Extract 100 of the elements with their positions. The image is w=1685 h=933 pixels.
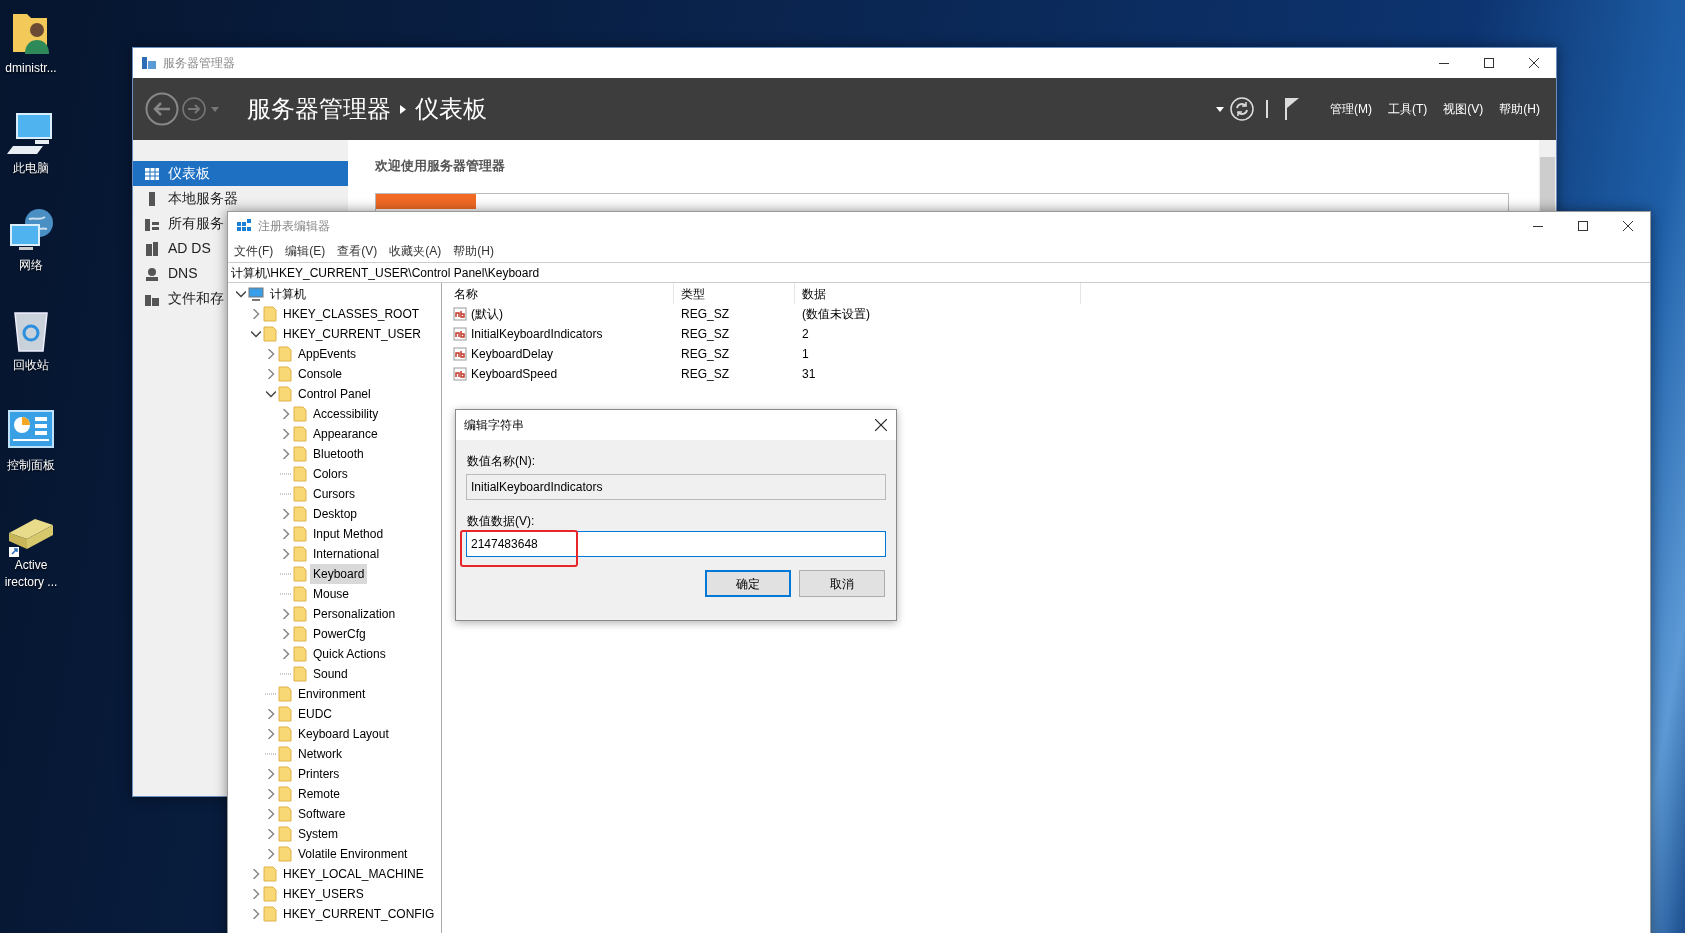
chevron-right-icon[interactable] xyxy=(251,889,261,899)
refresh-icon[interactable] xyxy=(1230,97,1254,121)
chevron-down-icon[interactable] xyxy=(266,389,276,399)
tree-item[interactable]: Printers xyxy=(295,764,343,784)
tree-item[interactable]: System xyxy=(295,824,341,844)
tree-item[interactable]: Colors xyxy=(310,464,351,484)
column-header[interactable]: 数据 xyxy=(795,283,1081,304)
value-name[interactable]: KeyboardSpeed xyxy=(471,365,558,383)
desktop-icon-label[interactable]: dministr... xyxy=(0,60,62,77)
tree-item[interactable]: 计算机 xyxy=(267,284,309,304)
chevron-right-icon[interactable] xyxy=(281,549,291,559)
tree-item[interactable]: Personalization xyxy=(310,604,399,624)
tree-item[interactable]: HKEY_USERS xyxy=(280,884,367,904)
address-bar[interactable]: 计算机\HKEY_CURRENT_USER\Control Panel\Keyboard xyxy=(228,262,1650,283)
tree-item[interactable]: HKEY_CURRENT_USER xyxy=(280,324,425,344)
menu-item[interactable]: 编辑(E) xyxy=(279,242,332,260)
tree-item[interactable]: HKEY_CURRENT_CONFIG xyxy=(280,904,438,924)
chevron-right-icon[interactable] xyxy=(266,829,276,839)
value-name[interactable]: KeyboardDelay xyxy=(471,345,554,363)
tree-item[interactable]: Keyboard xyxy=(310,564,368,584)
tree-item[interactable]: International xyxy=(310,544,383,564)
chevron-right-icon[interactable] xyxy=(281,529,291,539)
tree-item[interactable]: Volatile Environment xyxy=(295,844,411,864)
tree-item[interactable]: Network xyxy=(295,744,345,764)
chevron-right-icon[interactable] xyxy=(251,909,261,919)
caret-icon[interactable] xyxy=(1216,106,1224,112)
value-data-field[interactable]: 2147483648 xyxy=(466,531,886,557)
desktop-icon-label[interactable]: 此电脑 xyxy=(0,160,62,177)
nav-item[interactable]: 仪表板 xyxy=(133,161,348,186)
value-name[interactable]: (默认) xyxy=(471,305,503,323)
tree-item[interactable]: Software xyxy=(295,804,349,824)
tree-item[interactable]: Mouse xyxy=(310,584,353,604)
tree-item[interactable]: Appearance xyxy=(310,424,381,444)
value-name[interactable]: InitialKeyboardIndicators xyxy=(471,325,603,343)
close-icon[interactable] xyxy=(1622,221,1633,231)
menu-item[interactable]: 管理(M) xyxy=(1322,100,1380,118)
menu-item[interactable]: 文件(F) xyxy=(228,242,280,260)
column-header[interactable]: 类型 xyxy=(674,283,795,304)
tree-item[interactable]: Control Panel xyxy=(295,384,374,404)
tree-item[interactable]: Bluetooth xyxy=(310,444,367,464)
desktop-icon-label[interactable]: 网络 xyxy=(0,257,62,274)
tree-item[interactable]: Keyboard Layout xyxy=(295,724,392,744)
tree-item[interactable]: Quick Actions xyxy=(310,644,389,664)
forward-icon[interactable] xyxy=(182,97,206,121)
chevron-right-icon[interactable] xyxy=(266,809,276,819)
tree-item[interactable]: HKEY_LOCAL_MACHINE xyxy=(280,864,427,884)
menu-item[interactable]: 视图(V) xyxy=(1435,100,1492,118)
column-header[interactable]: 名称 xyxy=(447,283,674,304)
maximize-icon[interactable] xyxy=(1483,58,1494,68)
chevron-down-icon[interactable] xyxy=(236,289,246,299)
menu-item[interactable]: 帮助(H) xyxy=(1491,100,1548,118)
tree-item[interactable]: Input Method xyxy=(310,524,387,544)
tree-item[interactable]: Remote xyxy=(295,784,344,804)
tree-item[interactable]: Console xyxy=(295,364,346,384)
tree-item[interactable]: AppEvents xyxy=(295,344,360,364)
breadcrumb-item[interactable]: 服务器管理器 xyxy=(247,91,391,127)
maximize-icon[interactable] xyxy=(1577,221,1588,231)
chevron-right-icon[interactable] xyxy=(266,729,276,739)
tree-item[interactable]: Desktop xyxy=(310,504,361,524)
chevron-right-icon[interactable] xyxy=(266,349,276,359)
tree-item[interactable]: Accessibility xyxy=(310,404,382,424)
dialog-button[interactable]: 确定 xyxy=(705,570,791,597)
menu-item[interactable]: 工具(T) xyxy=(1380,100,1436,118)
tree-item[interactable]: Cursors xyxy=(310,484,358,504)
desktop-icon-label[interactable]: 回收站 xyxy=(0,357,62,374)
chevron-right-icon[interactable] xyxy=(251,869,261,879)
desktop-icon-label[interactable]: 控制面板 xyxy=(0,457,62,474)
close-icon[interactable] xyxy=(1528,58,1539,68)
chevron-down-icon[interactable] xyxy=(251,329,261,339)
back-icon[interactable] xyxy=(145,92,179,126)
tree-item[interactable]: HKEY_CLASSES_ROOT xyxy=(280,304,423,324)
chevron-right-icon[interactable] xyxy=(281,449,291,459)
tree-item[interactable]: PowerCfg xyxy=(310,624,369,644)
chevron-right-icon[interactable] xyxy=(266,369,276,379)
tree-item[interactable]: EUDC xyxy=(295,704,335,724)
desktop-icon-label[interactable]: Active irectory ... xyxy=(0,557,62,591)
chevron-right-icon[interactable] xyxy=(266,789,276,799)
chevron-right-icon[interactable] xyxy=(281,629,291,639)
nav-item[interactable]: AD DS xyxy=(133,236,215,261)
chevron-right-icon[interactable] xyxy=(281,509,291,519)
nav-item[interactable]: DNS xyxy=(133,261,202,286)
chevron-right-icon[interactable] xyxy=(281,609,291,619)
close-icon[interactable] xyxy=(875,419,887,431)
menu-item[interactable]: 查看(V) xyxy=(331,242,384,260)
chevron-right-icon[interactable] xyxy=(281,429,291,439)
tree-item[interactable]: Environment xyxy=(295,684,369,704)
nav-item[interactable]: 文件和存 xyxy=(133,286,228,311)
dialog-button[interactable]: 取消 xyxy=(799,570,885,597)
tree-item[interactable]: Sound xyxy=(310,664,351,684)
value-name-field[interactable]: InitialKeyboardIndicators xyxy=(466,474,886,500)
nav-item[interactable]: 本地服务器 xyxy=(133,186,242,211)
flag-icon[interactable] xyxy=(1284,97,1300,121)
chevron-right-icon[interactable] xyxy=(266,849,276,859)
menu-item[interactable]: 收藏夹(A) xyxy=(383,242,448,260)
chevron-right-icon[interactable] xyxy=(266,709,276,719)
chevron-right-icon[interactable] xyxy=(266,769,276,779)
nav-item[interactable]: 所有服务 xyxy=(133,211,228,236)
chevron-right-icon[interactable] xyxy=(281,409,291,419)
menu-item[interactable]: 帮助(H) xyxy=(447,242,500,260)
chevron-right-icon[interactable] xyxy=(281,649,291,659)
